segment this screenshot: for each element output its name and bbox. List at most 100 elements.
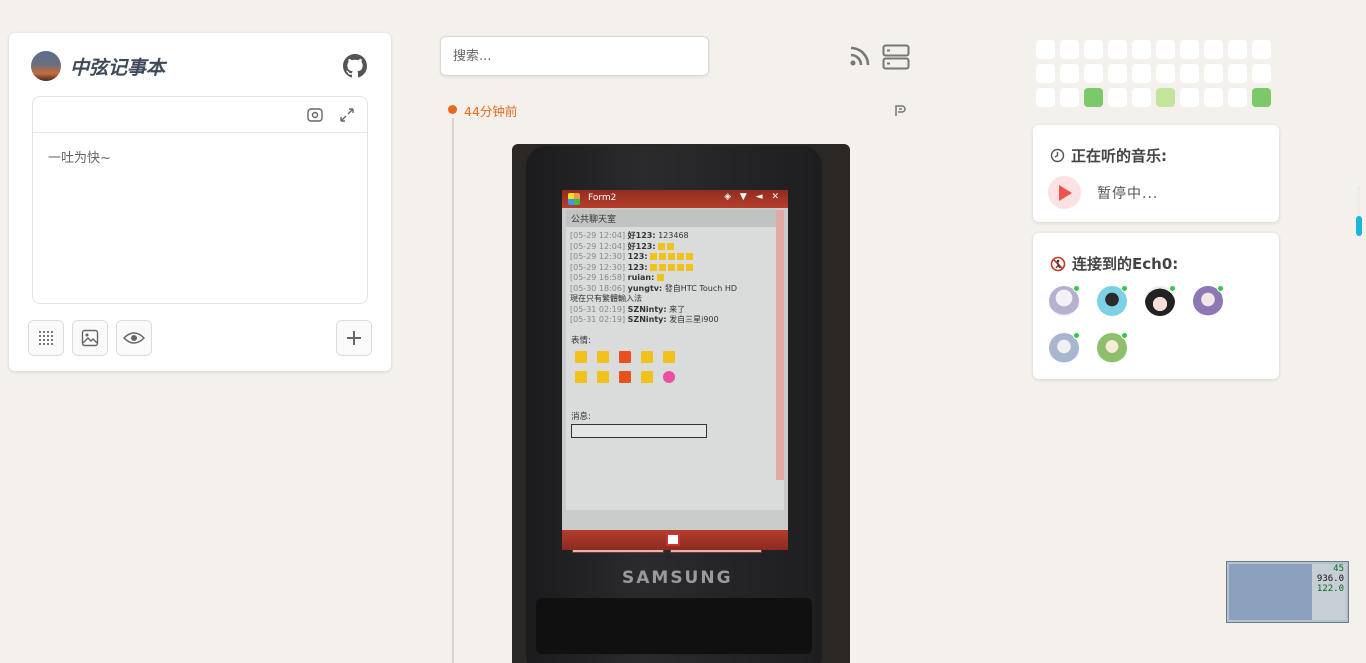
editor[interactable]: 一吐为快~	[32, 96, 368, 304]
monitor-value: 122.0	[1316, 584, 1344, 594]
add-button[interactable]	[336, 320, 372, 356]
grid-button[interactable]	[28, 320, 64, 356]
connection-icon	[1050, 256, 1066, 271]
link-icon[interactable]	[893, 103, 907, 117]
search-input[interactable]	[441, 37, 708, 75]
heatmap-cell[interactable]	[1204, 88, 1223, 107]
heatmap-cell[interactable]	[1156, 64, 1175, 83]
rss-icon[interactable]	[848, 44, 872, 68]
brand: 中弦记事本	[31, 51, 165, 81]
emoji-label: 表情:	[571, 335, 591, 346]
avatar[interactable]	[1193, 285, 1224, 316]
online-indicator	[1217, 285, 1224, 292]
heatmap-cell[interactable]	[1108, 88, 1127, 107]
fullscreen-icon[interactable]	[338, 106, 356, 124]
heatmap-cell[interactable]	[1108, 40, 1127, 59]
eye-icon	[123, 332, 145, 344]
page-title: 中弦记事本	[70, 56, 166, 79]
music-status: 暂停中...	[1097, 186, 1159, 202]
heatmap-cell[interactable]	[1252, 40, 1271, 59]
heatmap-cell[interactable]	[1228, 88, 1247, 107]
heatmap-cell[interactable]	[1084, 64, 1103, 83]
system-monitor-widget[interactable]: 45 936.0 122.0	[1227, 562, 1348, 622]
clock-icon	[1050, 148, 1065, 163]
music-title-text: 正在听的音乐:	[1071, 147, 1167, 165]
heatmap-cell[interactable]	[1252, 88, 1271, 107]
heatmap-cell[interactable]	[1036, 88, 1055, 107]
plus-icon	[347, 331, 361, 345]
message-input	[571, 423, 707, 438]
heatmap-cell[interactable]	[1252, 64, 1271, 83]
scrollbar-thumb[interactable]	[1356, 216, 1362, 236]
image-button[interactable]	[72, 320, 108, 356]
grid-icon	[39, 331, 53, 345]
connections-title-text: 连接到的Ech0:	[1072, 255, 1179, 273]
chat-pane-title: 公共聊天室	[566, 210, 784, 227]
input-method-icon	[666, 533, 680, 546]
avatar[interactable]	[31, 51, 61, 81]
github-icon[interactable]	[343, 54, 367, 78]
heatmap-cell[interactable]	[1132, 40, 1151, 59]
windows-logo-icon	[568, 193, 580, 205]
heatmap-cell[interactable]	[1036, 40, 1055, 59]
phone-taskbar	[562, 530, 788, 550]
chat-line: [05-29 12:04] 好123:	[570, 242, 780, 253]
avatar[interactable]	[1145, 285, 1176, 316]
notepad-card: 中弦记事本 一吐为快~	[9, 33, 391, 371]
monitor-value: 45	[1333, 564, 1344, 574]
heatmap-cell[interactable]	[1084, 40, 1103, 59]
chat-line: [05-31 02:19] SZNinty: 来了	[570, 304, 686, 314]
chat-line: [05-29 12:04] 好123: 123468	[570, 231, 689, 240]
editor-input[interactable]: 一吐为快~	[33, 133, 367, 180]
message-label: 消息:	[571, 411, 591, 422]
heatmap-cell[interactable]	[1180, 40, 1199, 59]
search-box[interactable]	[440, 36, 709, 76]
post-photo[interactable]: Form2 ◈ ▼ ◄ ✕ 公共聊天室 [05-29 12:04] 好123: …	[512, 144, 850, 663]
avatar[interactable]	[1097, 285, 1128, 316]
chat-line: [05-30 18:06] yungtv: 發自HTC Touch HD	[570, 283, 738, 293]
heatmap-cell[interactable]	[1228, 64, 1247, 83]
heatmap-cell[interactable]	[1180, 64, 1199, 83]
scrollbar-track[interactable]	[1357, 186, 1360, 216]
heatmap-cell[interactable]	[1228, 40, 1247, 59]
image-icon	[81, 329, 99, 347]
phone-brand: SAMSUNG	[622, 568, 733, 588]
server-icon[interactable]	[882, 44, 910, 70]
chat-line: [05-29 12:30] 123:	[570, 252, 780, 263]
heatmap-cell[interactable]	[1036, 64, 1055, 83]
heatmap-cell[interactable]	[1060, 88, 1079, 107]
heatmap-cell[interactable]	[1108, 64, 1127, 83]
phone-status-icons: ◈ ▼ ◄ ✕	[724, 192, 782, 202]
monitor-value: 936.0	[1316, 574, 1344, 584]
heatmap-cell[interactable]	[1084, 88, 1103, 107]
online-indicator	[1121, 285, 1128, 292]
heatmap-cell[interactable]	[1060, 40, 1079, 59]
phone-window-title: Form2	[588, 193, 617, 203]
heatmap-cell[interactable]	[1204, 64, 1223, 83]
editor-toolbar	[33, 97, 367, 133]
play-button[interactable]	[1048, 176, 1081, 209]
phone-titlebar: Form2 ◈ ▼ ◄ ✕	[562, 190, 788, 208]
emoji-grid	[566, 348, 784, 388]
avatar[interactable]	[1049, 332, 1080, 363]
heatmap-cell[interactable]	[1132, 88, 1151, 107]
avatar[interactable]	[1049, 285, 1080, 316]
heatmap-cell[interactable]	[1060, 64, 1079, 83]
chat-scrollbar	[776, 210, 784, 480]
heatmap-cell[interactable]	[1180, 88, 1199, 107]
heatmap-cell[interactable]	[1204, 40, 1223, 59]
heatmap-cell[interactable]	[1132, 64, 1151, 83]
phone-keys	[536, 598, 812, 654]
online-indicator	[1073, 285, 1080, 292]
avatar[interactable]	[1097, 332, 1128, 363]
music-card: 正在听的音乐: 暂停中...	[1033, 125, 1279, 222]
chat-pane: 公共聊天室 [05-29 12:04] 好123: 123468 [05-29 …	[566, 210, 784, 510]
phone-image: Form2 ◈ ▼ ◄ ✕ 公共聊天室 [05-29 12:04] 好123: …	[526, 146, 822, 663]
online-indicator	[1169, 285, 1176, 292]
connections-card: 连接到的Ech0:	[1033, 233, 1279, 379]
chat-lines: [05-29 12:04] 好123: 123468 [05-29 12:04]…	[566, 227, 784, 330]
heatmap-cell[interactable]	[1156, 88, 1175, 107]
heatmap-cell[interactable]	[1156, 40, 1175, 59]
preview-icon[interactable]	[306, 106, 324, 124]
preview-button[interactable]	[116, 320, 152, 356]
